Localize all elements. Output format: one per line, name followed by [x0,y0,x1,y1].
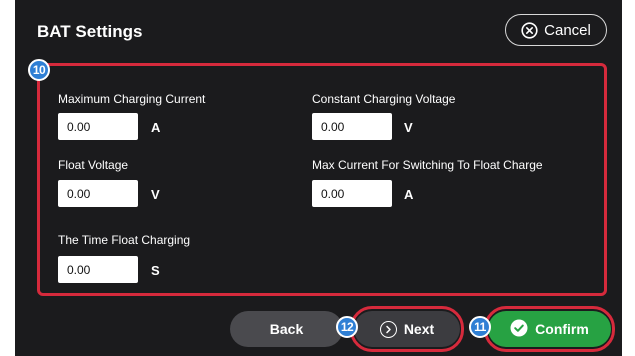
cancel-label: Cancel [544,21,591,39]
page-title: BAT Settings [37,22,143,41]
max-current-switch-float-unit: A [404,187,414,202]
circle-chevron-right-icon [379,320,397,338]
step-marker-12: 12 [336,316,358,338]
max-charging-current-label: Maximum Charging Current [58,92,206,106]
circle-check-icon [510,319,528,340]
constant-charging-voltage-unit: V [404,120,413,135]
next-label: Next [403,321,435,337]
max-charging-current-unit: A [151,120,161,135]
constant-charging-voltage-label: Constant Charging Voltage [312,92,456,106]
step-marker-11: 11 [469,316,491,338]
time-float-charging-label: The Time Float Charging [58,233,191,247]
float-voltage-unit: V [151,187,160,202]
cancel-button[interactable]: Cancel [505,14,607,46]
step-marker-10: 10 [28,59,50,81]
max-charging-current-input[interactable] [58,113,138,140]
max-current-switch-float-input[interactable] [312,180,392,207]
back-button[interactable]: Back [230,311,343,347]
time-float-charging-unit: S [151,263,160,278]
confirm-label: Confirm [535,321,589,337]
confirm-button[interactable]: Confirm [488,311,611,347]
circle-x-icon [521,21,538,39]
back-label: Back [269,321,304,337]
bat-settings-screen: BAT Settings Cancel 10 Maximum Charging … [15,0,622,356]
max-current-switch-float-label: Max Current For Switching To Float Charg… [312,158,543,172]
float-voltage-input[interactable] [58,180,138,207]
next-button[interactable]: Next [354,311,460,347]
constant-charging-voltage-input[interactable] [312,113,392,140]
float-voltage-label: Float Voltage [58,158,129,172]
time-float-charging-input[interactable] [58,256,138,283]
